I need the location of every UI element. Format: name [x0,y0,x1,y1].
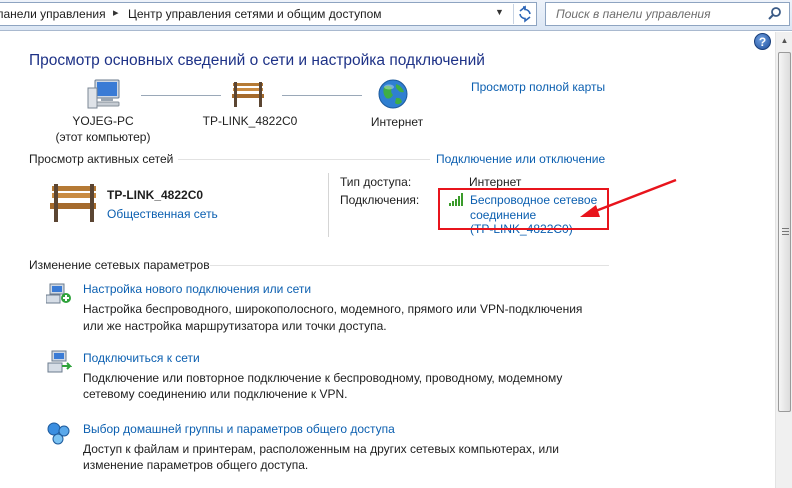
router-bench-icon[interactable] [230,80,266,111]
internet-label: Интернет [370,115,424,129]
network-center-content: ? Просмотр основных сведений о сети и на… [0,32,775,488]
address-bar[interactable]: панели управления ▸ Центр управления сет… [0,2,537,26]
map-connection-line [282,95,362,96]
annotation-arrow-icon [580,178,677,217]
task-new-connection-desc: или же настройка маршрутизатора или точк… [83,319,387,333]
task-connect-network-link[interactable]: Подключиться к сети [83,351,200,365]
computer-name: YOJEG-PC [72,114,134,128]
task-new-connection-desc: Настройка беспроводного, широкополосного… [83,302,583,316]
task-new-connection-link[interactable]: Настройка нового подключения или сети [83,282,311,296]
refresh-button[interactable] [513,4,535,24]
page-title: Просмотр основных сведений о сети и наст… [29,52,485,69]
homegroup-icon[interactable] [46,421,72,448]
task-homegroup-desc: изменение параметров общего доступа. [83,458,309,472]
connections-label: Подключения: [340,193,420,207]
breadcrumb-separator-icon[interactable]: ▸ [113,6,119,19]
task-connect-network-desc: сетевому соединению или подключение к VP… [83,387,348,401]
task-homegroup-link[interactable]: Выбор домашней группы и параметров общег… [83,422,395,436]
vertical-divider [328,173,329,237]
active-networks-heading: Просмотр активных сетей [29,152,174,166]
computer-icon[interactable] [87,78,123,113]
scroll-up-button[interactable]: ▲ [777,32,792,49]
section-divider [178,159,430,160]
scrollbar-thumb[interactable] [778,52,791,412]
internet-globe-icon[interactable] [377,78,409,113]
access-type-value: Интернет [469,175,522,189]
connect-network-icon[interactable] [46,349,73,378]
breadcrumb-network-center[interactable]: Центр управления сетями и общим доступом [128,7,382,21]
change-settings-heading: Изменение сетевых параметров [29,258,210,272]
search-input[interactable]: Поиск в панели управления [556,7,711,21]
address-history-dropdown-icon[interactable]: ▼ [495,7,504,17]
connect-disconnect-link[interactable]: Подключение или отключение [436,152,605,166]
search-icon[interactable] [767,6,783,22]
computer-subtitle: (этот компьютер) [55,130,151,144]
access-type-label: Тип доступа: [340,175,412,189]
new-connection-icon[interactable] [45,281,72,308]
refresh-icon [519,5,531,23]
vertical-scrollbar[interactable]: ▲ [775,32,792,488]
map-connection-line [141,95,221,96]
help-button[interactable]: ? [754,33,771,50]
active-network-name: TP-LINK_4822C0 [107,188,204,202]
full-map-link[interactable]: Просмотр полной карты [471,80,605,94]
search-box[interactable]: Поиск в панели управления [545,2,790,26]
network-type-link[interactable]: Общественная сеть [107,207,218,221]
network-bench-icon[interactable] [47,182,99,227]
router-name: TP-LINK_4822C0 [202,114,298,128]
section-divider [210,265,609,266]
address-toolbar: панели управления ▸ Центр управления сет… [0,0,792,31]
breadcrumb-control-panel[interactable]: панели управления [0,7,106,21]
